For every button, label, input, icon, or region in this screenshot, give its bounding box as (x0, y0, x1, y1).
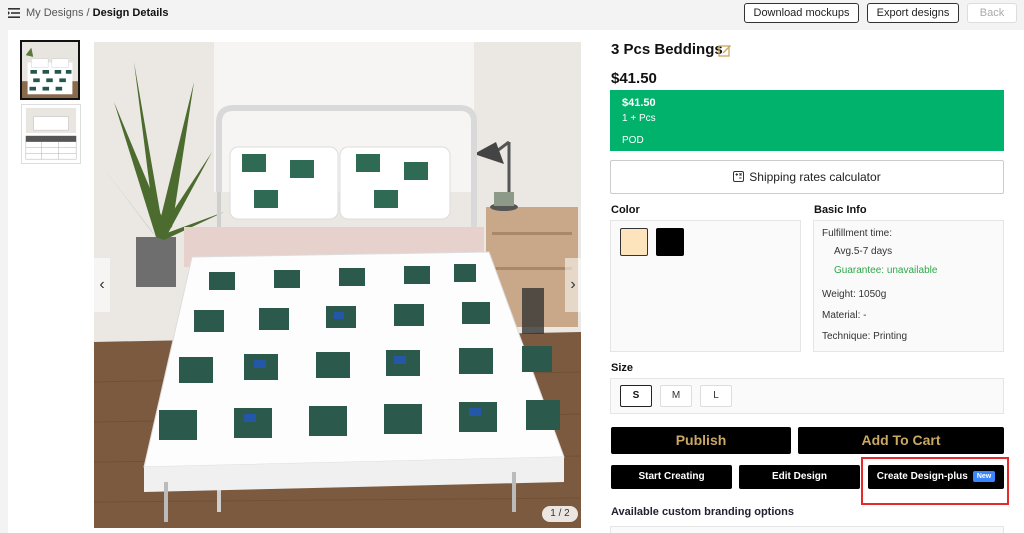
size-heading: Size (611, 362, 634, 374)
tier-quantity: 1 + Pcs (622, 113, 656, 124)
breadcrumb-separator: / (86, 7, 90, 19)
add-to-cart-button[interactable]: Add To Cart (798, 427, 1004, 454)
gallery-prev-arrow[interactable]: ‹ (94, 258, 110, 312)
gallery-next-arrow[interactable]: › (565, 258, 581, 312)
basic-info-heading: Basic Info (814, 204, 867, 216)
thumbnail-2[interactable] (21, 104, 81, 164)
material-info: Material: - (822, 310, 867, 321)
back-button[interactable]: Back (967, 3, 1017, 23)
product-price: $41.50 (611, 70, 657, 87)
thumbnail-1[interactable] (20, 40, 80, 100)
technique-info: Technique: Printing (822, 331, 908, 342)
gallery-counter: 1 / 2 (542, 506, 578, 522)
fulfillment-label: Fulfillment time: (822, 228, 893, 239)
color-swatch-cream[interactable] (620, 228, 648, 256)
breadcrumb-current: Design Details (92, 7, 169, 19)
publish-button[interactable]: Publish (611, 427, 791, 454)
menu-collapse-icon[interactable] (8, 7, 20, 19)
download-mockups-button[interactable]: Download mockups (744, 3, 859, 23)
size-option-m[interactable]: M (660, 385, 692, 407)
price-tier-card[interactable]: $41.50 1 + Pcs POD (610, 90, 1004, 151)
guarantee-status: Guarantee: unavailable (834, 265, 938, 276)
color-swatch-black[interactable] (656, 228, 684, 256)
shipping-rates-calculator-button[interactable]: Shipping rates calculator (610, 160, 1004, 194)
export-designs-button[interactable]: Export designs (867, 3, 959, 23)
edit-title-icon[interactable] (718, 43, 732, 57)
fulfillment-value: Avg.5-7 days (834, 246, 893, 257)
size-option-l[interactable]: L (700, 385, 732, 407)
branding-options-panel (610, 526, 1004, 533)
thumbnail-1-image (22, 42, 78, 98)
product-main-image (94, 42, 581, 528)
tier-type: POD (622, 135, 644, 146)
product-title: 3 Pcs Beddings (611, 41, 723, 58)
edit-design-button[interactable]: Edit Design (739, 465, 860, 489)
weight-info: Weight: 1050g (822, 289, 887, 300)
color-heading: Color (611, 204, 640, 216)
breadcrumb: My Designs / Design Details (26, 7, 168, 19)
size-option-s[interactable]: S (620, 385, 652, 407)
calculator-icon (733, 171, 745, 182)
breadcrumb-my-designs[interactable]: My Designs (26, 7, 83, 19)
shipping-rates-calculator-label: Shipping rates calculator (749, 170, 881, 184)
bedding-mockup-illustration (94, 42, 581, 528)
highlight-box (861, 457, 1009, 505)
thumbnail-2-image (22, 105, 80, 163)
top-bar: My Designs / Design Details Download moc… (0, 0, 1024, 28)
tier-price: $41.50 (622, 97, 656, 109)
start-creating-button[interactable]: Start Creating (611, 465, 732, 489)
branding-options-heading: Available custom branding options (611, 506, 794, 518)
